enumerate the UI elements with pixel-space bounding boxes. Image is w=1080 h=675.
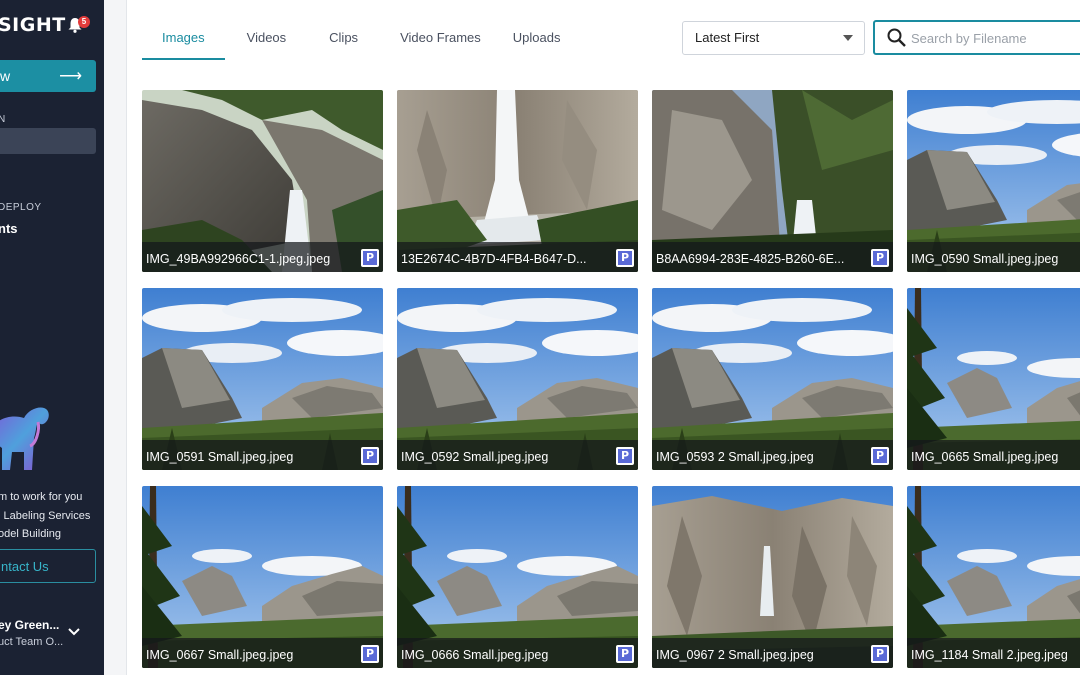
elephant-mascot-icon [0,407,49,470]
p-badge-icon: P [361,645,379,663]
new-button-label: w [0,68,11,84]
image-caption-bar: IMG_1184 Small 2.jpeg.jpeg P [907,638,1080,668]
media-tabs: Images Videos Clips Video Frames Uploads [142,0,571,60]
image-card[interactable]: IMG_0666 Small.jpeg.jpeg P [397,486,638,668]
image-card[interactable]: IMG_0592 Small.jpeg.jpeg P [397,288,638,470]
p-badge-icon: P [616,249,634,267]
image-card[interactable]: IMG_0665 Small.jpeg.jpeg P [907,288,1080,470]
image-filename: IMG_0590 Small.jpeg.jpeg [911,252,1059,266]
tab-videos[interactable]: Videos [225,0,309,60]
notification-count-badge: 5 [78,16,90,28]
contact-us-button[interactable]: ntact Us [0,549,96,583]
badge-letter: P [618,647,632,661]
promo-line: odel Building [0,528,61,540]
badge-letter: P [873,449,887,463]
tab-uploads[interactable]: Uploads [502,0,572,60]
sidebar-item-deployments[interactable]: nts [0,221,18,236]
image-card[interactable]: IMG_0591 Small.jpeg.jpeg P [142,288,383,470]
sidebar: SIGHT 5 w ⟶ N DEPLOY nts m to work for y… [0,0,104,675]
brand-logo: SIGHT [0,14,66,36]
badge-letter: P [363,251,377,265]
tab-video-frames[interactable]: Video Frames [379,0,502,60]
badge-letter: P [363,647,377,661]
image-filename: IMG_0591 Small.jpeg.jpeg [146,450,294,464]
image-filename: 13E2674C-4B7D-4FB4-B647-D... [401,252,587,266]
image-caption-bar: IMG_49BA992966C1-1.jpeg.jpeg P [142,242,383,272]
image-card[interactable]: IMG_1184 Small 2.jpeg.jpeg P [907,486,1080,668]
image-card[interactable]: IMG_0667 Small.jpeg.jpeg P [142,486,383,668]
user-role: uct Team O... [0,636,64,648]
p-badge-icon: P [871,249,889,267]
p-badge-icon: P [871,447,889,465]
badge-letter: P [363,449,377,463]
image-filename: IMG_0592 Small.jpeg.jpeg [401,450,549,464]
badge-letter: P [618,449,632,463]
image-card[interactable]: IMG_0593 2 Small.jpeg.jpeg P [652,288,893,470]
section-label: N [0,114,6,125]
image-card[interactable]: IMG_0967 2 Small.jpeg.jpeg P [652,486,893,668]
image-caption-bar: IMG_0593 2 Small.jpeg.jpeg P [652,440,893,470]
search-box [873,20,1080,55]
arrow-right-icon: ⟶ [59,68,82,85]
image-filename: B8AA6994-283E-4825-B260-6E... [656,252,845,266]
image-filename: IMG_49BA992966C1-1.jpeg.jpeg [146,252,331,266]
tab-images[interactable]: Images [142,0,225,60]
deploy-section-label: DEPLOY [0,202,42,213]
new-button[interactable]: w ⟶ [0,60,96,92]
p-badge-icon: P [871,645,889,663]
promo-line: m to work for you [0,491,83,503]
image-card[interactable]: IMG_0590 Small.jpeg.jpeg P [907,90,1080,272]
image-caption-bar: IMG_0667 Small.jpeg.jpeg P [142,638,383,668]
image-caption-bar: IMG_0592 Small.jpeg.jpeg P [397,440,638,470]
sort-selected-value: Latest First [695,30,760,45]
image-caption-bar: IMG_0666 Small.jpeg.jpeg P [397,638,638,668]
p-badge-icon: P [361,447,379,465]
image-card[interactable]: B8AA6994-283E-4825-B260-6E... P [652,90,893,272]
image-card[interactable]: 13E2674C-4B7D-4FB4-B647-D... P [397,90,638,272]
tab-clips[interactable]: Clips [308,0,379,60]
image-filename: IMG_1184 Small 2.jpeg.jpeg [911,648,1068,662]
image-caption-bar: IMG_0967 2 Small.jpeg.jpeg P [652,638,893,668]
badge-letter: P [873,251,887,265]
user-name[interactable]: ey Green... [0,618,59,632]
promo-text: m to work for you l Labeling Services od… [0,488,104,544]
chevron-down-icon[interactable] [68,628,80,636]
media-library: Images Videos Clips Video Frames Uploads… [126,0,1080,675]
caret-down-icon [843,35,853,41]
search-input[interactable] [911,28,1080,48]
p-badge-icon: P [616,645,634,663]
image-caption-bar: 13E2674C-4B7D-4FB4-B647-D... P [397,242,638,272]
image-caption-bar: B8AA6994-283E-4825-B260-6E... P [652,242,893,272]
app-window: SIGHT 5 w ⟶ N DEPLOY nts m to work for y… [0,0,1080,675]
search-icon [887,28,906,47]
image-caption-bar: IMG_0665 Small.jpeg.jpeg P [907,440,1080,470]
image-filename: IMG_0593 2 Small.jpeg.jpeg [656,450,814,464]
badge-letter: P [873,647,887,661]
image-filename: IMG_0666 Small.jpeg.jpeg [401,648,549,662]
image-filename: IMG_0665 Small.jpeg.jpeg [911,450,1059,464]
sort-select[interactable]: Latest First [682,21,865,55]
image-card[interactable]: IMG_49BA992966C1-1.jpeg.jpeg P [142,90,383,272]
promo-line: l Labeling Services [0,509,91,522]
p-badge-icon: P [361,249,379,267]
image-caption-bar: IMG_0591 Small.jpeg.jpeg P [142,440,383,470]
p-badge-icon: P [616,447,634,465]
image-filename: IMG_0967 2 Small.jpeg.jpeg [656,648,814,662]
image-filename: IMG_0667 Small.jpeg.jpeg [146,648,294,662]
badge-letter: P [618,251,632,265]
workspace-select[interactable] [0,128,96,154]
image-caption-bar: IMG_0590 Small.jpeg.jpeg P [907,242,1080,272]
